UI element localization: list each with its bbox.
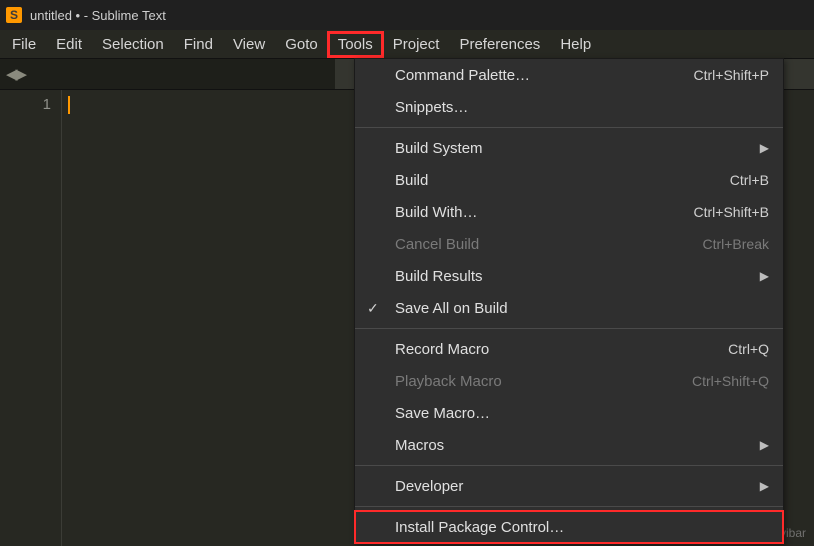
menu-build-system[interactable]: Build System ▶ bbox=[355, 132, 783, 164]
menu-save-all-on-build[interactable]: ✓ Save All on Build bbox=[355, 292, 783, 324]
menu-bar: File Edit Selection Find View Goto Tools… bbox=[0, 30, 814, 58]
menu-help[interactable]: Help bbox=[550, 32, 601, 57]
menu-playback-macro: Playback Macro Ctrl+Shift+Q bbox=[355, 365, 783, 397]
menu-separator bbox=[355, 465, 783, 466]
check-icon: ✓ bbox=[367, 300, 379, 317]
menu-record-macro[interactable]: Record Macro Ctrl+Q bbox=[355, 333, 783, 365]
menu-cancel-build: Cancel Build Ctrl+Break bbox=[355, 228, 783, 260]
text-cursor bbox=[68, 96, 70, 114]
menu-shortcut: Ctrl+Shift+P bbox=[694, 67, 769, 83]
chevron-right-icon: ▶ bbox=[760, 269, 769, 283]
menu-preferences[interactable]: Preferences bbox=[449, 32, 550, 57]
chevron-right-icon: ▶ bbox=[760, 438, 769, 452]
chevron-right-icon: ▶ bbox=[760, 141, 769, 155]
title-bar: S untitled • - Sublime Text bbox=[0, 0, 814, 30]
menu-build[interactable]: Build Ctrl+B bbox=[355, 164, 783, 196]
menu-edit[interactable]: Edit bbox=[46, 32, 92, 57]
menu-label: Build System bbox=[395, 140, 483, 157]
menu-separator bbox=[355, 328, 783, 329]
menu-save-macro[interactable]: Save Macro… bbox=[355, 397, 783, 429]
menu-label: Build bbox=[395, 172, 428, 189]
menu-label: Install Package Control… bbox=[395, 519, 564, 536]
menu-label: Cancel Build bbox=[395, 236, 479, 253]
line-gutter: 1 bbox=[0, 90, 62, 546]
window-title: untitled • - Sublime Text bbox=[30, 8, 166, 23]
menu-developer[interactable]: Developer ▶ bbox=[355, 470, 783, 502]
tools-dropdown: Command Palette… Ctrl+Shift+P Snippets… … bbox=[354, 58, 784, 544]
menu-label: Save Macro… bbox=[395, 405, 490, 422]
menu-separator bbox=[355, 127, 783, 128]
menu-shortcut: Ctrl+Shift+Q bbox=[692, 373, 769, 389]
menu-label: Developer bbox=[395, 478, 463, 495]
menu-shortcut: Ctrl+B bbox=[730, 172, 769, 188]
menu-selection[interactable]: Selection bbox=[92, 32, 174, 57]
chevron-right-icon: ▶ bbox=[760, 479, 769, 493]
menu-build-results[interactable]: Build Results ▶ bbox=[355, 260, 783, 292]
menu-macros[interactable]: Macros ▶ bbox=[355, 429, 783, 461]
nav-back-forward-icon[interactable]: ◀▶ bbox=[6, 65, 25, 83]
app-icon: S bbox=[6, 7, 22, 23]
menu-label: Record Macro bbox=[395, 341, 489, 358]
menu-tools[interactable]: Tools bbox=[328, 32, 383, 57]
menu-label: Playback Macro bbox=[395, 373, 502, 390]
menu-snippets[interactable]: Snippets… bbox=[355, 91, 783, 123]
menu-label: Snippets… bbox=[395, 99, 468, 116]
menu-label: Command Palette… bbox=[395, 67, 530, 84]
menu-goto[interactable]: Goto bbox=[275, 32, 328, 57]
menu-find[interactable]: Find bbox=[174, 32, 223, 57]
menu-file[interactable]: File bbox=[2, 32, 46, 57]
menu-label: Save All on Build bbox=[395, 300, 508, 317]
menu-shortcut: Ctrl+Break bbox=[702, 236, 769, 252]
line-number: 1 bbox=[0, 96, 51, 113]
menu-label: Build Results bbox=[395, 268, 483, 285]
menu-label: Build With… bbox=[395, 204, 478, 221]
menu-install-package-control[interactable]: Install Package Control… bbox=[355, 511, 783, 543]
menu-view[interactable]: View bbox=[223, 32, 275, 57]
menu-build-with[interactable]: Build With… Ctrl+Shift+B bbox=[355, 196, 783, 228]
menu-separator bbox=[355, 506, 783, 507]
menu-shortcut: Ctrl+Q bbox=[728, 341, 769, 357]
menu-project[interactable]: Project bbox=[383, 32, 450, 57]
menu-command-palette[interactable]: Command Palette… Ctrl+Shift+P bbox=[355, 59, 783, 91]
menu-shortcut: Ctrl+Shift+B bbox=[694, 204, 769, 220]
menu-label: Macros bbox=[395, 437, 444, 454]
